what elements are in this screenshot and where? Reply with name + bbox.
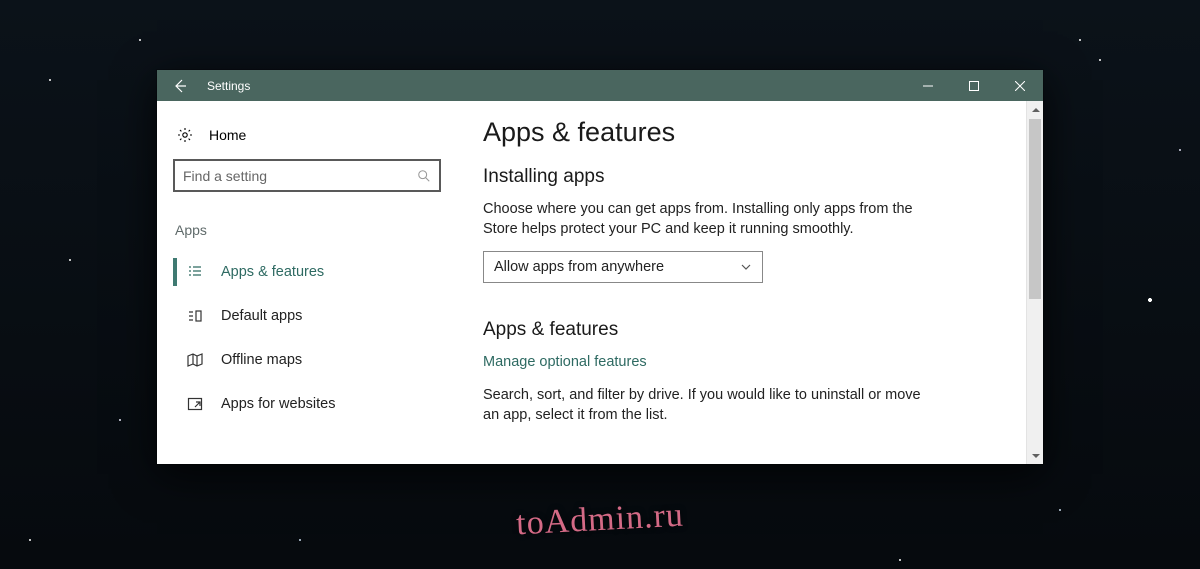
close-button[interactable] — [997, 70, 1043, 101]
minimize-button[interactable] — [905, 70, 951, 101]
scroll-down-button[interactable] — [1027, 447, 1044, 464]
list-icon — [187, 264, 203, 280]
settings-window: Settings Home — [157, 70, 1043, 464]
section-body-installing: Choose where you can get apps from. Inst… — [483, 200, 923, 239]
search-icon — [417, 169, 431, 183]
close-icon — [1015, 81, 1025, 91]
sidebar-item-label: Apps for websites — [221, 396, 335, 412]
dropdown-value: Allow apps from anywhere — [494, 259, 664, 275]
sidebar-item-default-apps[interactable]: Default apps — [173, 294, 441, 338]
sidebar: Home Apps Apps & features — [157, 101, 457, 464]
scroll-thumb[interactable] — [1029, 119, 1041, 299]
page-title: Apps & features — [483, 117, 1033, 148]
vertical-scrollbar[interactable] — [1026, 101, 1043, 464]
sidebar-item-offline-maps[interactable]: Offline maps — [173, 338, 441, 382]
watermark: toAdmin.ru — [515, 497, 684, 544]
search-input[interactable] — [183, 168, 417, 184]
defaults-icon — [187, 308, 203, 324]
main-content: Apps & features Installing apps Choose w… — [457, 101, 1043, 464]
home-label: Home — [209, 127, 246, 143]
gear-icon — [177, 127, 193, 143]
chevron-down-icon — [1032, 452, 1040, 460]
search-box[interactable] — [173, 159, 441, 192]
chevron-up-icon — [1032, 106, 1040, 114]
sidebar-item-label: Default apps — [221, 308, 302, 324]
install-source-dropdown[interactable]: Allow apps from anywhere — [483, 251, 763, 283]
sidebar-item-apps-websites[interactable]: Apps for websites — [173, 382, 441, 426]
sidebar-category: Apps — [175, 222, 441, 238]
map-icon — [187, 352, 203, 368]
sidebar-item-apps-features[interactable]: Apps & features — [173, 250, 441, 294]
sidebar-item-label: Apps & features — [221, 264, 324, 280]
sidebar-item-label: Offline maps — [221, 352, 302, 368]
titlebar: Settings — [157, 70, 1043, 101]
section-heading-apps: Apps & features — [483, 319, 1033, 341]
scroll-up-button[interactable] — [1027, 101, 1044, 118]
chevron-down-icon — [740, 261, 752, 273]
back-arrow-icon — [172, 78, 188, 94]
home-link[interactable]: Home — [173, 123, 441, 159]
maximize-icon — [969, 81, 979, 91]
section-heading-installing: Installing apps — [483, 166, 1033, 188]
manage-optional-link[interactable]: Manage optional features — [483, 354, 647, 370]
section-body-apps: Search, sort, and filter by drive. If yo… — [483, 386, 923, 425]
back-button[interactable] — [157, 70, 203, 101]
client-area: Home Apps Apps & features — [157, 101, 1043, 464]
window-title: Settings — [203, 79, 250, 93]
maximize-button[interactable] — [951, 70, 997, 101]
minimize-icon — [923, 81, 933, 91]
app-link-icon — [187, 396, 203, 412]
